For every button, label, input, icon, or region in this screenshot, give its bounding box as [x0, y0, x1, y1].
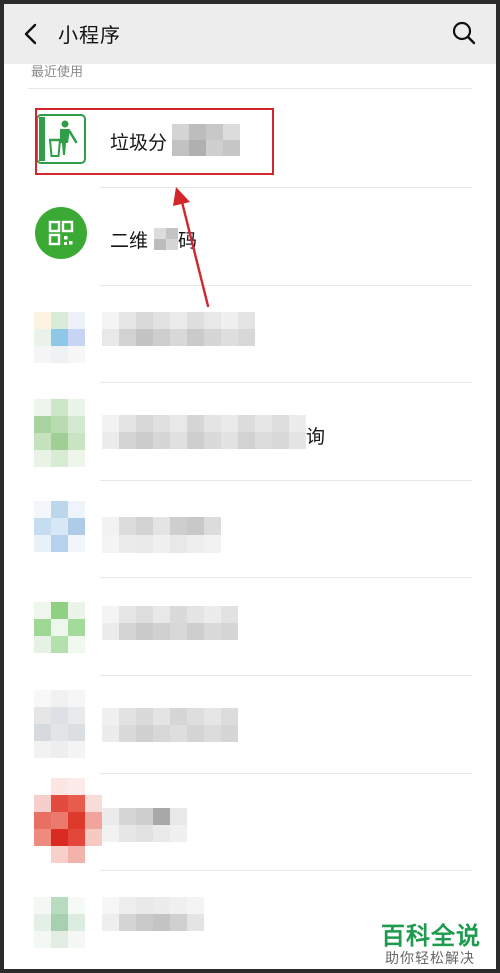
blurred-text: [102, 312, 255, 346]
list-item-qr-app[interactable]: 二维 码: [4, 188, 496, 285]
blurred-text: [102, 606, 238, 640]
blurred-text: [102, 517, 221, 553]
list-item[interactable]: [4, 286, 496, 383]
watermark-subtitle: 助你轻松解决: [385, 951, 475, 967]
list-item[interactable]: 询: [4, 383, 496, 480]
search-icon[interactable]: [450, 18, 478, 48]
list-item[interactable]: [4, 676, 496, 773]
blurred-text: [102, 415, 306, 449]
qr-code-icon: [34, 206, 88, 260]
app-label-tail: 码: [178, 230, 198, 252]
divider: [28, 88, 472, 89]
blurred-icon: [34, 312, 85, 363]
section-recent-label: 最近使用: [31, 65, 84, 80]
watermark-title: 百科全说: [381, 922, 481, 950]
blurred-text: [102, 897, 204, 931]
chevron-left-icon[interactable]: [18, 18, 46, 50]
app-label: 二维: [110, 230, 149, 252]
highlight-box: [35, 108, 274, 175]
top-bar: 小程序: [4, 4, 496, 64]
list-item[interactable]: [4, 774, 496, 871]
page-title: 小程序: [58, 23, 121, 47]
blurred-text: [102, 808, 187, 842]
blurred-text: [102, 708, 238, 742]
blurred-icon: [34, 690, 85, 758]
blurred-icon: [34, 501, 85, 552]
list-item[interactable]: [4, 481, 496, 578]
app-label-tail: 询: [306, 426, 326, 448]
list-item[interactable]: [4, 578, 496, 675]
screenshot-frame: 小程序 最近使用 垃圾分 二维 码 询 百科全说 助你轻松解决: [0, 0, 500, 973]
blurred-icon: [34, 897, 85, 948]
blurred-icon: [34, 778, 102, 863]
blurred-icon: [34, 399, 85, 467]
blurred-icon: [34, 602, 85, 653]
blurred-text: [154, 228, 178, 250]
